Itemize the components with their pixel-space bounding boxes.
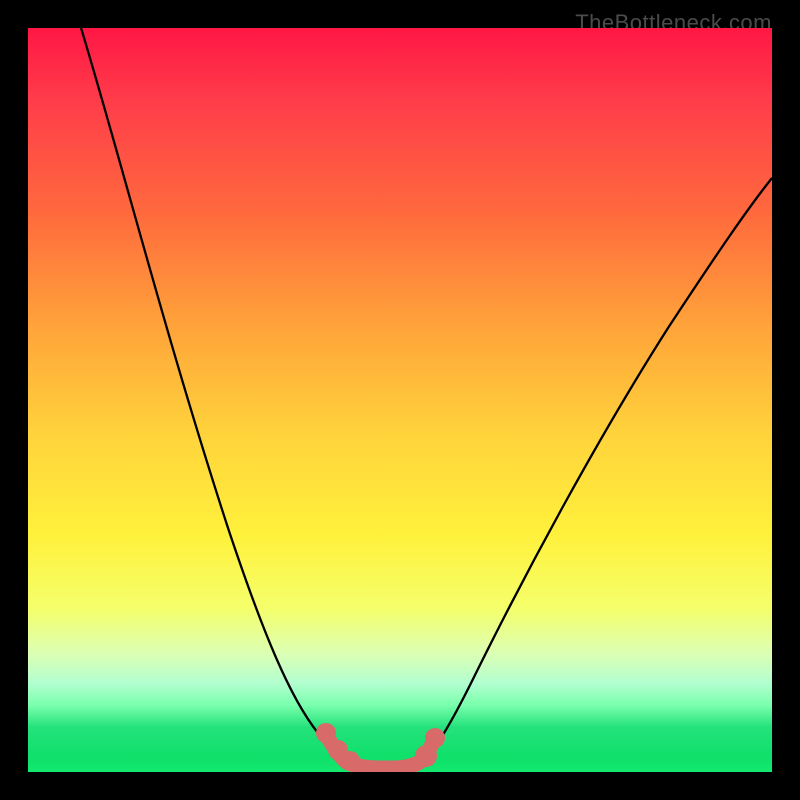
trough-bead bbox=[340, 751, 360, 771]
curve-overlay bbox=[28, 28, 772, 772]
trough-bead bbox=[316, 723, 336, 743]
chart-frame: TheBottleneck.com bbox=[0, 0, 800, 800]
gradient-plot-area bbox=[28, 28, 772, 772]
trough-bead bbox=[415, 745, 437, 767]
bottleneck-curve bbox=[78, 28, 772, 768]
trough-bead bbox=[425, 728, 445, 748]
